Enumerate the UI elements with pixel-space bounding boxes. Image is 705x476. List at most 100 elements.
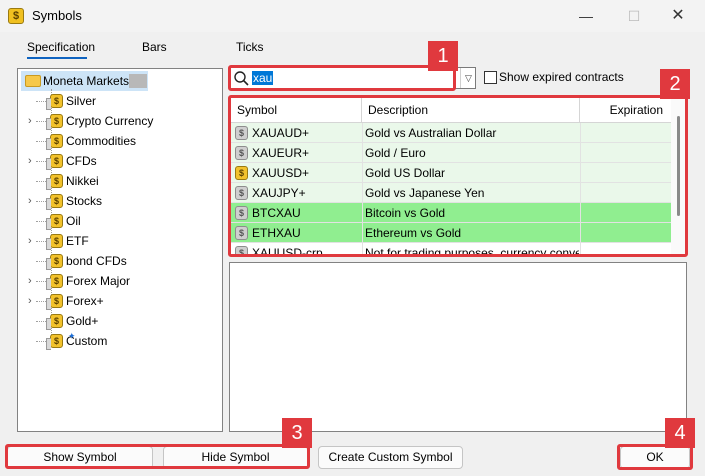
symbol-status-icon: $	[235, 246, 248, 254]
folder-icon	[25, 75, 41, 87]
column-header-description[interactable]: Description	[362, 98, 580, 123]
tree-item-forex-major[interactable]: › $ Forex Major	[18, 271, 218, 291]
symbol-group-icon: $	[46, 114, 63, 130]
minimize-button[interactable]: —	[566, 3, 606, 29]
table-scrollbar[interactable]	[671, 98, 685, 254]
tree-item-label: Stocks	[66, 194, 103, 208]
symbol-cell: XAUJPY+	[252, 186, 306, 200]
description-cell: Bitcoin vs Gold	[365, 206, 446, 220]
tree-item-custom[interactable]: $ Custom	[18, 331, 218, 351]
symbol-group-icon: $	[46, 174, 63, 190]
tree-item-oil[interactable]: $ Oil	[18, 211, 218, 231]
table-row[interactable]: $ ETHXAU Ethereum vs Gold	[231, 223, 671, 243]
window-title: Symbols	[32, 8, 82, 23]
callout-number-2: 2	[660, 69, 690, 99]
expand-chevron-icon[interactable]: ›	[28, 231, 32, 251]
symbol-cell: XAUAUD+	[252, 126, 310, 140]
hide-symbol-button[interactable]: Hide Symbol	[163, 446, 308, 469]
tree-item-label: Gold+	[66, 314, 99, 328]
expiration-cell	[580, 143, 671, 162]
table-row[interactable]: $ XAUUSD+ Gold US Dollar	[231, 163, 671, 183]
search-icon	[234, 71, 249, 86]
close-button[interactable]: ✕	[658, 3, 698, 29]
description-cell: Gold / Euro	[365, 146, 426, 160]
description-cell: Gold US Dollar	[365, 166, 446, 180]
description-cell: Gold vs Japanese Yen	[365, 186, 485, 200]
active-tab-indicator	[27, 57, 87, 59]
callout-number-4: 4	[665, 418, 695, 448]
tree-item-etf[interactable]: › $ ETF	[18, 231, 218, 251]
description-cell: Not for trading purposes, currency conve	[365, 246, 579, 255]
title-bar: $ Symbols — ☐ ✕	[0, 0, 705, 32]
symbol-group-icon: $	[46, 154, 63, 170]
sparkle-icon: ✦	[68, 331, 76, 341]
expand-chevron-icon[interactable]: ›	[28, 151, 32, 171]
show-symbol-button[interactable]: Show Symbol	[7, 446, 153, 469]
tree-item-label: Forex Major	[66, 274, 131, 288]
symbol-group-icon: $	[46, 254, 63, 270]
symbol-group-icon: $	[46, 134, 63, 150]
symbol-details-pane	[229, 262, 687, 432]
expiration-cell	[580, 123, 671, 142]
symbol-group-icon: $	[46, 314, 63, 330]
expand-chevron-icon[interactable]: ›	[28, 271, 32, 291]
column-header-expiration[interactable]: Expiration	[580, 98, 671, 123]
symbol-status-icon: $	[235, 186, 248, 200]
tree-item-gold-plus[interactable]: $ Gold+	[18, 311, 218, 331]
tree-item-label: Crypto Currency	[66, 114, 154, 128]
table-row[interactable]: $ XAUAUD+ Gold vs Australian Dollar	[231, 123, 671, 143]
tree-item-label: CFDs	[66, 154, 97, 168]
callout-number-1: 1	[428, 41, 458, 71]
table-row[interactable]: $ BTCXAU Bitcoin vs Gold	[231, 203, 671, 223]
maximize-button[interactable]: ☐	[614, 3, 654, 29]
symbol-group-icon: $	[46, 294, 63, 310]
scrollbar-thumb[interactable]	[677, 116, 680, 216]
tree-item-label: ETF	[66, 234, 89, 248]
tree-item-stocks[interactable]: › $ Stocks	[18, 191, 218, 211]
tree-item-forex-plus[interactable]: › $ Forex+	[18, 291, 218, 311]
symbol-status-icon: $	[235, 226, 248, 240]
tree-item-label: bond CFDs	[66, 254, 127, 268]
tree-item-bond-cfds[interactable]: $ bond CFDs	[18, 251, 218, 271]
symbol-status-icon: $	[235, 166, 248, 180]
description-cell: Ethereum vs Gold	[365, 226, 462, 240]
tab-ticks[interactable]: Ticks	[236, 40, 264, 54]
tree-item-crypto-currency[interactable]: › $ Crypto Currency	[18, 111, 218, 131]
search-input[interactable]: xau	[252, 71, 274, 85]
tree-item-label: Commodities	[66, 134, 137, 148]
table-row[interactable]: $ XAUUSD-crp Not for trading purposes, c…	[231, 243, 671, 255]
table-row[interactable]: $ XAUEUR+ Gold / Euro	[231, 143, 671, 163]
expand-chevron-icon[interactable]: ›	[28, 291, 32, 311]
tree-item-commodities[interactable]: $ Commodities	[18, 131, 218, 151]
symbol-tree[interactable]: Moneta Markets $ Silver › $ Crypto Curre…	[17, 68, 223, 432]
tree-root-label: Moneta Markets	[43, 74, 130, 88]
tree-item-silver[interactable]: $ Silver	[18, 91, 218, 111]
symbol-group-icon: $	[46, 194, 63, 210]
symbol-group-icon: $	[46, 94, 63, 110]
tree-item-label: Oil	[66, 214, 81, 228]
expiration-cell	[580, 223, 671, 242]
expiration-cell	[580, 163, 671, 182]
expand-chevron-icon[interactable]: ›	[28, 111, 32, 131]
expiration-cell	[580, 203, 671, 222]
tree-root[interactable]: Moneta Markets	[21, 71, 148, 91]
ok-button[interactable]: OK	[620, 446, 690, 469]
symbol-table[interactable]: Symbol Description Expiration $ XAUAUD+ …	[230, 97, 686, 255]
tree-item-nikkei[interactable]: $ Nikkei	[18, 171, 218, 191]
create-custom-symbol-button[interactable]: Create Custom Symbol	[318, 446, 463, 469]
show-expired-checkbox[interactable]	[484, 71, 497, 84]
column-header-symbol[interactable]: Symbol	[231, 98, 362, 123]
description-cell: Gold vs Australian Dollar	[365, 126, 497, 140]
symbol-group-icon: $	[46, 274, 63, 290]
tab-bars[interactable]: Bars	[142, 40, 167, 54]
symbol-status-icon: $	[235, 146, 248, 160]
dropdown-chevron-icon[interactable]: ▽	[460, 68, 476, 88]
symbol-cell: XAUUSD-crp	[252, 246, 323, 255]
tab-specification[interactable]: Specification	[27, 40, 95, 54]
symbol-cell: BTCXAU	[252, 206, 301, 220]
app-icon: $	[8, 8, 24, 24]
table-row[interactable]: $ XAUJPY+ Gold vs Japanese Yen	[231, 183, 671, 203]
expand-chevron-icon[interactable]: ›	[28, 191, 32, 211]
tree-item-cfds[interactable]: › $ CFDs	[18, 151, 218, 171]
expiration-cell	[580, 243, 671, 254]
